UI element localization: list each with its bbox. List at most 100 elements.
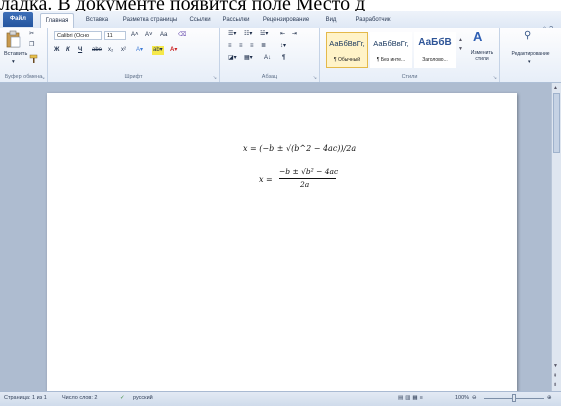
- copy-icon[interactable]: ❐: [29, 41, 34, 50]
- clear-formatting-icon[interactable]: ⌫: [178, 31, 186, 40]
- zoom-out-icon[interactable]: ⊖: [472, 392, 477, 405]
- document-page[interactable]: x = (−b ± √(b^2 − 4ac))/2a x = −b ± √b² …: [47, 93, 517, 393]
- borders-icon[interactable]: ▦▾: [244, 54, 253, 63]
- strikethrough-button[interactable]: abe: [92, 46, 102, 55]
- group-styles: АаБбВвГг, ¶ Обычный АаБбВвГг, ¶ Без инте…: [320, 28, 500, 82]
- highlight-icon[interactable]: ab▾: [152, 46, 164, 55]
- tab-page-layout[interactable]: Разметка страницы: [118, 13, 182, 28]
- fraction-bar: [279, 178, 336, 179]
- line-spacing-icon[interactable]: ↕▾: [280, 42, 286, 51]
- paste-dropdown-icon[interactable]: ▾: [12, 58, 15, 67]
- scroll-down-icon[interactable]: ▼: [553, 363, 558, 369]
- proofing-icon[interactable]: ✓: [120, 392, 125, 405]
- shrink-font-button[interactable]: A˅: [145, 31, 153, 40]
- formula-lhs: x =: [259, 175, 273, 184]
- scroll-up-icon[interactable]: ▲: [553, 85, 558, 91]
- ribbon-tab-bar: Файл Главная Вставка Разметка страницы С…: [0, 11, 561, 33]
- group-clipboard: Вставить ▾ ✂ ❐ Буфер обмена ↘: [0, 28, 48, 82]
- editing-dropdown-icon: ▾: [528, 59, 531, 65]
- style-normal[interactable]: АаБбВвГг, ¶ Обычный: [326, 32, 368, 68]
- show-marks-button[interactable]: ¶: [282, 54, 285, 63]
- change-case-button[interactable]: Aa: [160, 31, 167, 40]
- cropped-caption-text: ладка. В документе появится поле Место д: [0, 0, 561, 11]
- text-effects-icon[interactable]: A▾: [136, 46, 143, 55]
- change-styles-icon: A: [473, 29, 483, 44]
- style-sample: АаБбВ: [418, 37, 452, 48]
- group-font: Calibri (Осно 11 A˄ A˅ Aa ⌫ Ж К Ч abe x₂…: [48, 28, 220, 82]
- paste-label: Вставить: [4, 51, 28, 57]
- align-left-icon[interactable]: ≡: [228, 42, 232, 51]
- group-paragraph: ☰▾ ☷▾ ☱▾ ⇤ ⇥ ≡ ≡ ≡ ≣ ↕▾ ◪▾ ▦▾ А↓ ¶ Абзац…: [220, 28, 320, 82]
- styles-group-label: Стили: [401, 74, 418, 80]
- tab-view[interactable]: Вид: [320, 13, 342, 28]
- paste-button[interactable]: Вставить ▾: [4, 30, 28, 68]
- format-painter-icon[interactable]: [29, 54, 39, 64]
- tab-insert[interactable]: Вставка: [80, 13, 114, 28]
- subscript-button[interactable]: x₂: [108, 46, 113, 55]
- status-page-count[interactable]: Страница: 1 из 1: [4, 392, 47, 405]
- formula-linear[interactable]: x = (−b ± √(b^2 − 4ac))/2a: [243, 144, 356, 153]
- tab-developer[interactable]: Разработчик: [348, 13, 398, 28]
- numbering-icon[interactable]: ☷▾: [244, 30, 252, 39]
- formula-numerator: −b ± √b² − 4ac: [279, 167, 339, 176]
- formula-professional[interactable]: x = −b ± √b² − 4ac 2a: [259, 167, 339, 193]
- tab-references[interactable]: Ссылки: [186, 13, 214, 28]
- italic-button[interactable]: К: [66, 46, 70, 55]
- tab-home[interactable]: Главная: [40, 13, 74, 29]
- status-language[interactable]: русский: [133, 392, 153, 405]
- change-styles-button[interactable]: A Изменить стили: [465, 30, 499, 70]
- status-word-count[interactable]: Число слов: 2: [62, 392, 97, 405]
- underline-button[interactable]: Ч: [78, 46, 82, 55]
- style-sample: АаБбВвГг,: [329, 39, 365, 48]
- group-editing: ⚲ Редактирование ▾: [500, 28, 561, 82]
- font-size-combo[interactable]: 11: [104, 31, 126, 40]
- grow-font-button[interactable]: A˄: [131, 31, 139, 40]
- zoom-in-icon[interactable]: ⊕: [547, 392, 552, 405]
- style-heading[interactable]: АаБбВ Заголово...: [414, 32, 456, 68]
- styles-gallery-scroll-icon[interactable]: ▲ ▼: [458, 36, 463, 54]
- tab-mailings[interactable]: Рассылки: [218, 13, 254, 28]
- align-center-icon[interactable]: ≡: [239, 42, 243, 51]
- align-right-icon[interactable]: ≡: [250, 42, 254, 51]
- font-color-icon[interactable]: A▾: [170, 46, 177, 55]
- bullets-icon[interactable]: ☰▾: [228, 30, 236, 39]
- clipboard-launcher-icon[interactable]: ↘: [41, 75, 45, 81]
- style-sample: АаБбВвГг,: [373, 39, 409, 48]
- font-launcher-icon[interactable]: ↘: [213, 75, 217, 81]
- vertical-scrollbar[interactable]: ▲ ▼ ⇞ ⇟: [551, 83, 561, 391]
- paragraph-group-label: Абзац: [261, 74, 278, 80]
- decrease-indent-icon[interactable]: ⇤: [280, 30, 285, 39]
- zoom-slider-thumb[interactable]: [512, 394, 516, 402]
- view-buttons-icon[interactable]: ▤▥▦≡: [398, 392, 425, 405]
- cut-icon[interactable]: ✂: [29, 30, 34, 39]
- binoculars-icon: ⚲: [524, 30, 532, 41]
- superscript-button[interactable]: x²: [121, 46, 126, 55]
- style-name: Заголово...: [422, 57, 448, 63]
- scroll-thumb[interactable]: [553, 93, 560, 153]
- document-workspace: x = (−b ± √(b^2 − 4ac))/2a x = −b ± √b² …: [0, 83, 561, 393]
- next-page-icon[interactable]: ⇟: [553, 382, 557, 388]
- tab-review[interactable]: Рецензирование: [258, 13, 314, 28]
- zoom-level[interactable]: 100%: [455, 392, 469, 405]
- clipboard-icon: [6, 30, 21, 48]
- bold-button[interactable]: Ж: [54, 46, 59, 55]
- formula-denominator: 2a: [300, 180, 310, 189]
- sort-button[interactable]: А↓: [264, 54, 271, 63]
- multilevel-list-icon[interactable]: ☱▾: [260, 30, 268, 39]
- ribbon-home: Вставить ▾ ✂ ❐ Буфер обмена ↘ Calibri (О…: [0, 28, 561, 83]
- caption-text: ладка. В документе появится поле Место д: [0, 0, 366, 11]
- font-family-combo[interactable]: Calibri (Осно: [54, 31, 102, 40]
- styles-launcher-icon[interactable]: ↘: [493, 75, 497, 81]
- style-name: ¶ Обычный: [333, 57, 361, 63]
- style-no-spacing[interactable]: АаБбВвГг, ¶ Без инте...: [370, 32, 412, 68]
- prev-page-icon[interactable]: ⇞: [553, 373, 557, 379]
- tab-file[interactable]: Файл: [3, 12, 33, 27]
- editing-button[interactable]: ⚲ Редактирование ▾: [502, 30, 559, 70]
- shading-icon[interactable]: ◪▾: [228, 54, 237, 63]
- increase-indent-icon[interactable]: ⇥: [292, 30, 297, 39]
- style-name: ¶ Без инте...: [376, 57, 406, 63]
- justify-icon[interactable]: ≣: [261, 42, 266, 51]
- status-bar: Страница: 1 из 1 Число слов: 2 ✓ русский…: [0, 391, 561, 406]
- paragraph-launcher-icon[interactable]: ↘: [313, 75, 317, 81]
- font-group-label: Шрифт: [124, 74, 143, 80]
